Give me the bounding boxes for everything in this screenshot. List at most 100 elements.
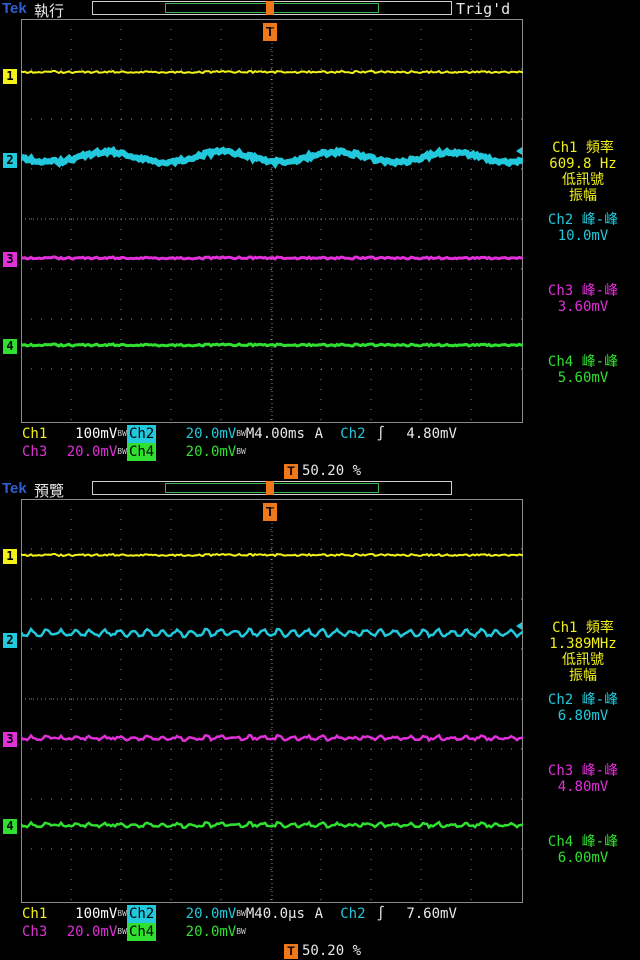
ch2-scale[interactable]: 20.0mV xyxy=(156,425,237,443)
ch1-ground-marker[interactable]: 1 xyxy=(3,69,17,84)
meas-label: Ch3 峰-峰 xyxy=(547,283,619,299)
meas-label: Ch2 峰-峰 xyxy=(547,692,619,708)
ch2-peak-peak-measurement: Ch2 峰-峰 10.0mV xyxy=(526,212,640,244)
ch4-scale[interactable]: 20.0mV xyxy=(156,443,237,461)
bandwidth-limit-icon: BW xyxy=(236,447,246,456)
ch2-peak-peak-measurement: Ch2 峰-峰 6.80mV xyxy=(526,692,640,724)
bandwidth-limit-icon: BW xyxy=(236,927,246,936)
ch4-ground-marker[interactable]: 4 xyxy=(3,339,17,354)
ch1-scale[interactable]: 100mV xyxy=(49,425,117,443)
trigger-position-readout[interactable]: T 50.20 % xyxy=(284,462,361,480)
status-row-1: Ch1 100mVBW Ch2 20.0mVBWM40.0µs A Ch2 ∫ 7.60mV xyxy=(20,905,457,923)
meas-label: Ch4 峰-峰 xyxy=(547,354,619,370)
trigger-slope-icon[interactable]: ∫ xyxy=(373,425,389,443)
ch2-scale[interactable]: 20.0mV xyxy=(156,905,237,923)
trigger-source[interactable]: Ch2 xyxy=(333,905,373,923)
ch2-ground-marker[interactable]: 2 xyxy=(3,153,17,168)
brand-logo: Tek xyxy=(2,0,27,17)
status-row-2: Ch3 20.0mVBW Ch4 20.0mVBW xyxy=(20,923,246,941)
trigger-position-icon: T xyxy=(284,464,298,479)
ch4-trace xyxy=(21,342,523,348)
meas-value: 3.60mV xyxy=(557,299,609,315)
ch1-trace xyxy=(21,552,523,558)
ch3-label[interactable]: Ch3 xyxy=(20,923,49,941)
meas-value: 6.00mV xyxy=(557,850,609,866)
trigger-position-arrow-icon[interactable] xyxy=(266,481,274,495)
ch3-ground-marker[interactable]: 3 xyxy=(3,252,17,267)
trigger-position-icon: T xyxy=(284,944,298,959)
ch2-trace xyxy=(21,626,523,639)
ch3-peak-peak-measurement: Ch3 峰-峰 4.80mV xyxy=(526,763,640,795)
ch3-trace xyxy=(21,733,523,743)
meas-value: 10.0mV xyxy=(557,228,609,244)
ch4-peak-peak-measurement: Ch4 峰-峰 6.00mV xyxy=(526,834,640,866)
waveform-display[interactable] xyxy=(21,499,523,903)
meas-label: Ch1 頻率 xyxy=(552,620,614,636)
ch1-trace xyxy=(21,69,523,75)
ch3-ground-marker[interactable]: 3 xyxy=(3,732,17,747)
meas-value: 1.389MHz xyxy=(549,636,617,652)
header-bar: Tek 預覽 xyxy=(0,480,640,500)
ch4-scale[interactable]: 20.0mV xyxy=(156,923,237,941)
ch2-label[interactable]: Ch2 xyxy=(126,905,157,923)
trigger-position-arrow-icon[interactable] xyxy=(266,1,274,15)
trigger-position-readout[interactable]: T 50.20 % xyxy=(284,942,361,960)
ch2-ground-marker[interactable]: 2 xyxy=(3,633,17,648)
scope-panel-run: Tek 執行 Trig'd T 1 2 3 4 Ch1 頻率 609.8 Hz … xyxy=(0,0,640,480)
ch2-label[interactable]: Ch2 xyxy=(126,425,157,443)
brand-logo: Tek xyxy=(2,480,27,497)
timebase[interactable]: M4.00ms xyxy=(246,425,305,443)
trigger-level[interactable]: 4.80mV xyxy=(389,425,457,443)
trigger-position-value: 50.20 % xyxy=(302,463,362,479)
ch3-trace xyxy=(21,255,523,261)
run-mode-label: 預覽 xyxy=(34,482,65,500)
status-row-1: Ch1 100mVBW Ch2 20.0mVBWM4.00ms A Ch2 ∫ 4.80mV xyxy=(20,425,457,443)
run-mode-label: 執行 xyxy=(34,2,65,20)
status-row-2: Ch3 20.0mVBW Ch4 20.0mVBW xyxy=(20,443,246,461)
timebase[interactable]: M40.0µs xyxy=(246,905,305,923)
trigger-source[interactable]: Ch2 xyxy=(333,425,373,443)
bandwidth-limit-icon: BW xyxy=(117,927,127,936)
meas-label: Ch4 峰-峰 xyxy=(547,834,619,850)
scope-panel-preview: Tek 預覽 T 1 2 3 4 Ch1 頻率 1.389MHz 低訊號 振幅 … xyxy=(0,480,640,960)
ch3-peak-peak-measurement: Ch3 峰-峰 3.60mV xyxy=(526,283,640,315)
ch1-scale[interactable]: 100mV xyxy=(49,905,117,923)
trigger-slope-icon[interactable]: ∫ xyxy=(373,905,389,923)
ch3-scale[interactable]: 20.0mV xyxy=(49,443,118,461)
bandwidth-limit-icon: BW xyxy=(117,447,127,456)
ch1-ground-marker[interactable]: 1 xyxy=(3,549,17,564)
status-bar: Ch1 100mVBW Ch2 20.0mVBWM40.0µs A Ch2 ∫ 7.60mV … xyxy=(0,904,640,960)
ch2-trigger-level-arrow-icon xyxy=(516,622,522,630)
bandwidth-limit-icon: BW xyxy=(117,429,127,438)
waveform-canvas xyxy=(21,19,523,423)
ch4-label[interactable]: Ch4 xyxy=(126,923,157,941)
trigger-level[interactable]: 7.60mV xyxy=(389,905,457,923)
acquisition-mode: A xyxy=(314,426,324,442)
header-bar: Tek 執行 Trig'd xyxy=(0,0,640,20)
bandwidth-limit-icon: BW xyxy=(236,909,246,918)
meas-value: 4.80mV xyxy=(557,779,609,795)
acquisition-mode: A xyxy=(314,906,324,922)
ch1-label[interactable]: Ch1 xyxy=(20,905,49,923)
meas-warning: 低訊號 xyxy=(562,652,604,668)
ch2-trace xyxy=(21,146,523,170)
status-bar: Ch1 100mVBW Ch2 20.0mVBWM4.00ms A Ch2 ∫ 4.80mV … xyxy=(0,424,640,480)
ch4-label[interactable]: Ch4 xyxy=(126,443,157,461)
meas-warning: 振幅 xyxy=(569,188,597,204)
waveform-display[interactable] xyxy=(21,19,523,423)
ch4-peak-peak-measurement: Ch4 峰-峰 5.60mV xyxy=(526,354,640,386)
ch1-frequency-measurement: Ch1 頻率 609.8 Hz 低訊號 振幅 xyxy=(526,140,640,204)
meas-value: 6.80mV xyxy=(557,708,609,724)
meas-warning: 低訊號 xyxy=(562,172,604,188)
ch4-ground-marker[interactable]: 4 xyxy=(3,819,17,834)
ch1-label[interactable]: Ch1 xyxy=(20,425,49,443)
bandwidth-limit-icon: BW xyxy=(117,909,127,918)
ch3-label[interactable]: Ch3 xyxy=(20,443,49,461)
waveform-canvas xyxy=(21,499,523,903)
meas-value: 609.8 Hz xyxy=(549,156,617,172)
meas-warning: 振幅 xyxy=(569,668,597,684)
trigger-status: Trig'd xyxy=(456,0,511,18)
trigger-position-value: 50.20 % xyxy=(302,943,362,959)
meas-label: Ch1 頻率 xyxy=(552,140,614,156)
ch3-scale[interactable]: 20.0mV xyxy=(49,923,118,941)
